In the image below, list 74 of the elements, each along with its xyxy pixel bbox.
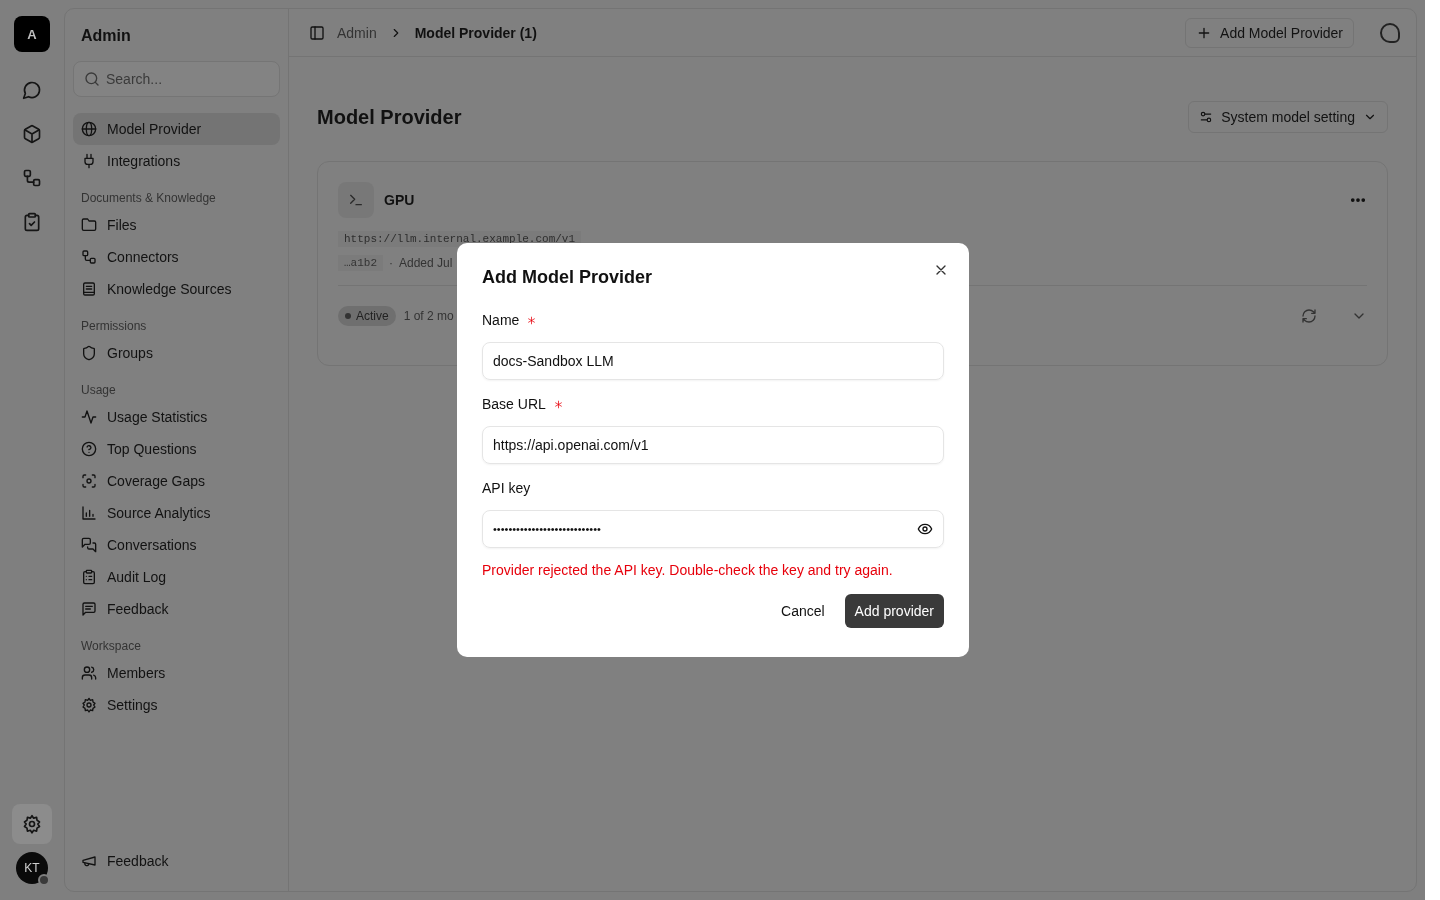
sidebar-item[interactable]: Integrations: [73, 145, 280, 177]
question-icon: [81, 441, 97, 457]
api-key-suffix: …a1b2: [338, 255, 383, 271]
input-field[interactable]: docs-Sandbox LLM: [482, 342, 944, 380]
sidebar-item[interactable]: Feedback: [73, 593, 280, 625]
sidebar-item[interactable]: Audit Log: [73, 561, 280, 593]
message-icon: [81, 601, 97, 617]
sidebar-item[interactable]: Top Questions: [73, 433, 280, 465]
globe-icon: [81, 121, 97, 137]
bar-chart-icon: [81, 505, 97, 521]
separator-dot: ·: [389, 256, 393, 270]
sidebar-item[interactable]: Groups: [73, 337, 280, 369]
section-heading: Documents & Knowledge: [80, 190, 217, 207]
shield-icon: [81, 345, 97, 361]
sidebar-item[interactable]: Members: [73, 657, 280, 689]
sidebar-toggle-icon[interactable]: [309, 24, 325, 41]
sliders-icon: [1199, 110, 1214, 124]
sidebar-item[interactable]: Source Analytics: [73, 497, 280, 529]
connector-icon: [81, 249, 97, 265]
sidebar-item[interactable]: Connectors: [73, 241, 280, 273]
gear-icon: [22, 814, 42, 834]
error-message: Provider rejected the API key. Double-check the key and try again.: [482, 562, 894, 578]
add-provider-button[interactable]: Add provider: [844, 594, 944, 628]
input-field[interactable]: https://api.openai.com/v1: [482, 426, 944, 464]
sidebar-item[interactable]: Files: [73, 209, 280, 241]
eye-icon[interactable]: [917, 521, 933, 537]
app-logo: A: [14, 16, 50, 52]
cancel-button[interactable]: Cancel: [773, 595, 833, 627]
plug-icon: [81, 153, 97, 169]
breadcrumb-item[interactable]: Admin: [337, 24, 377, 41]
added-date: Added Jul: [399, 256, 453, 270]
status-badge: Active: [338, 306, 396, 326]
sidebar-item[interactable]: Model Provider: [73, 113, 280, 145]
users-icon: [81, 665, 97, 681]
field-label: API key: [482, 480, 531, 496]
user-avatar[interactable]: KT: [16, 852, 48, 884]
provider-name: GPU: [384, 192, 415, 208]
cube-icon[interactable]: [22, 124, 42, 144]
model-count: 1 of 2 mo: [403, 309, 454, 323]
search-icon: [84, 71, 100, 87]
refresh-icon[interactable]: [1301, 308, 1317, 324]
chat-icon[interactable]: [22, 80, 42, 100]
folder-icon: [81, 217, 97, 233]
connector-icon[interactable]: [22, 168, 42, 188]
add-provider-button[interactable]: Add Model Provider: [1185, 17, 1354, 48]
sidebar-title: Admin: [81, 27, 132, 46]
sidebar-item[interactable]: Coverage Gaps: [73, 465, 280, 497]
gear-icon: [81, 697, 97, 713]
feedback-link[interactable]: Feedback: [73, 845, 280, 877]
messages-icon: [81, 537, 97, 553]
megaphone-icon: [81, 853, 97, 869]
sidebar-item[interactable]: Knowledge Sources: [73, 273, 280, 305]
clipboard-icon: [81, 569, 97, 585]
system-model-setting-button[interactable]: System model setting: [1188, 101, 1388, 133]
sidebar-item[interactable]: Settings: [73, 689, 280, 721]
breadcrumb-item: Model Provider (1): [414, 24, 537, 41]
password-field[interactable]: ••••••••••••••••••••••••••••: [482, 510, 944, 548]
clipboard-check-icon[interactable]: [22, 212, 42, 232]
terminal-icon: [348, 192, 364, 208]
section-heading: Permissions: [80, 318, 148, 335]
settings-button[interactable]: [12, 804, 52, 844]
document-icon: [81, 281, 97, 297]
scan-icon: [81, 473, 97, 489]
field-label: Base URL: [482, 396, 546, 412]
chat-button[interactable]: [1380, 22, 1400, 43]
dialog-title: Add Model Provider: [482, 267, 653, 288]
section-heading: Workspace: [80, 638, 142, 655]
activity-icon: [81, 409, 97, 425]
search-field[interactable]: Search...: [73, 61, 280, 97]
sidebar-item[interactable]: Conversations: [73, 529, 280, 561]
field-label: Name: [482, 312, 520, 328]
page-title: Model Provider: [317, 105, 462, 129]
sidebar-item[interactable]: Usage Statistics: [73, 401, 280, 433]
section-heading: Usage: [80, 382, 117, 399]
